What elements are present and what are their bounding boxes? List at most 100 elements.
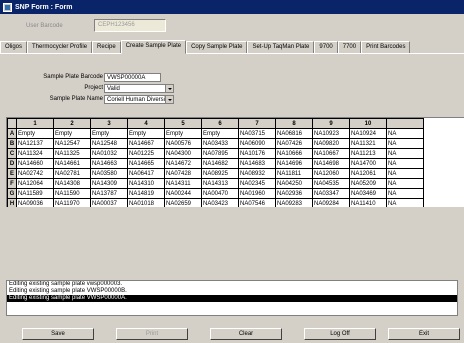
grid-cell[interactable]: NA14660: [16, 158, 54, 169]
grid-cell[interactable]: NA09820: [312, 138, 350, 149]
grid-cell[interactable]: NA11410: [349, 198, 387, 207]
grid-cell[interactable]: NA10923: [312, 128, 350, 139]
grid-cell[interactable]: NA14682: [201, 158, 239, 169]
grid-cell[interactable]: NA04250: [275, 178, 313, 189]
grid-cell[interactable]: Empty: [164, 128, 202, 139]
grid-cell[interactable]: Empty: [201, 128, 239, 139]
grid-cell[interactable]: NA14308: [53, 178, 91, 189]
grid-cell[interactable]: NA00244: [164, 188, 202, 199]
grid-cell[interactable]: NA09284: [312, 198, 350, 207]
grid-cell[interactable]: NA12060: [312, 168, 350, 179]
grid-cell[interactable]: NA03347: [312, 188, 350, 199]
grid-cell[interactable]: Empty: [127, 128, 165, 139]
project-select[interactable]: Valid: [104, 83, 174, 93]
grid-cell[interactable]: NA04300: [164, 148, 202, 159]
grid-cell[interactable]: NA14700: [349, 158, 387, 169]
grid-cell[interactable]: NA14698: [312, 158, 350, 169]
grid-cell[interactable]: NA08932: [238, 168, 276, 179]
grid-cell[interactable]: NA12137: [16, 138, 54, 149]
grid-cell[interactable]: NA09036: [16, 198, 54, 207]
grid-cell[interactable]: NA09283: [275, 198, 313, 207]
grid-cell[interactable]: NA01960: [238, 188, 276, 199]
grid-cell[interactable]: NA03715: [238, 128, 276, 139]
row-header[interactable]: F: [7, 178, 17, 189]
column-header[interactable]: 6: [201, 118, 239, 129]
sample-plate-barcode-input[interactable]: VWSP00000A: [104, 72, 161, 82]
grid-cell[interactable]: NA13787: [90, 188, 128, 199]
grid-cell[interactable]: NA12548: [90, 138, 128, 149]
grid-cell[interactable]: NA14683: [238, 158, 276, 169]
grid-cell[interactable]: NA07426: [275, 138, 313, 149]
column-header[interactable]: [386, 118, 424, 129]
grid-cell[interactable]: NA11590: [53, 188, 91, 199]
grid-cell[interactable]: NA02659: [164, 198, 202, 207]
grid-cell[interactable]: NA11589: [16, 188, 54, 199]
grid-cell[interactable]: NA: [386, 128, 424, 139]
grid-cell[interactable]: NA14667: [127, 138, 165, 149]
grid-cell[interactable]: NA11213: [349, 148, 387, 159]
grid-cell[interactable]: NA10666: [275, 148, 313, 159]
grid-cell[interactable]: NA00576: [164, 138, 202, 149]
chevron-down-icon[interactable]: [165, 84, 173, 92]
row-header[interactable]: D: [7, 158, 17, 169]
column-header[interactable]: 2: [53, 118, 91, 129]
grid-cell[interactable]: NA01032: [90, 148, 128, 159]
grid-cell[interactable]: NA10176: [238, 148, 276, 159]
grid-cell[interactable]: NA03580: [90, 168, 128, 179]
exit-button[interactable]: Exit: [388, 328, 460, 340]
grid-cell[interactable]: NA11321: [349, 138, 387, 149]
grid-cell[interactable]: NA14819: [127, 188, 165, 199]
column-header[interactable]: 4: [127, 118, 165, 129]
grid-cell[interactable]: NA07895: [201, 148, 239, 159]
row-header[interactable]: G: [7, 188, 17, 199]
grid-cell[interactable]: NA01225: [127, 148, 165, 159]
column-header[interactable]: 7: [238, 118, 276, 129]
grid-cell[interactable]: NA02742: [16, 168, 54, 179]
grid-cell[interactable]: NA02936: [275, 188, 313, 199]
grid-cell[interactable]: NA01018: [127, 198, 165, 207]
grid-cell[interactable]: NA: [386, 178, 424, 189]
column-header[interactable]: 9: [312, 118, 350, 129]
chevron-down-icon[interactable]: [165, 95, 173, 103]
grid-cell[interactable]: Empty: [16, 128, 54, 139]
grid-cell[interactable]: Empty: [53, 128, 91, 139]
log-line[interactable]: Editing existing sample plate vwsp000003…: [7, 281, 457, 288]
print-button[interactable]: Print: [116, 328, 188, 340]
grid-cell[interactable]: NA14696: [275, 158, 313, 169]
grid-cell[interactable]: NA05209: [349, 178, 387, 189]
row-header[interactable]: C: [7, 148, 17, 159]
grid-cell[interactable]: NA: [386, 138, 424, 149]
row-header[interactable]: B: [7, 138, 17, 149]
grid-cell[interactable]: NA: [386, 168, 424, 179]
grid-cell[interactable]: NA11811: [275, 168, 313, 179]
clear-button[interactable]: Clear: [210, 328, 282, 340]
grid-cell[interactable]: NA14311: [164, 178, 202, 189]
grid-cell[interactable]: NA07546: [238, 198, 276, 207]
grid-cell[interactable]: NA00037: [90, 198, 128, 207]
grid-cell[interactable]: NA: [386, 148, 424, 159]
grid-cell[interactable]: NA14313: [201, 178, 239, 189]
grid-cell[interactable]: NA11970: [53, 198, 91, 207]
sample-plate-grid[interactable]: 1 2 3 4 5 6 7 8 9 10 A Empty Empty Empty Empty Empty Emp…: [6, 117, 464, 207]
grid-cell[interactable]: NA14672: [164, 158, 202, 169]
grid-cell[interactable]: NA14310: [127, 178, 165, 189]
column-header[interactable]: 5: [164, 118, 202, 129]
grid-cell[interactable]: NA10924: [349, 128, 387, 139]
grid-cell[interactable]: Empty: [90, 128, 128, 139]
save-button[interactable]: Save: [22, 328, 94, 340]
grid-cell[interactable]: NA14663: [90, 158, 128, 169]
status-log[interactable]: Editing existing sample plate vwsp000003…: [6, 280, 458, 316]
grid-cell[interactable]: NA06816: [275, 128, 313, 139]
column-header[interactable]: 1: [16, 118, 54, 129]
column-header[interactable]: 3: [90, 118, 128, 129]
row-header[interactable]: H: [7, 198, 17, 207]
grid-cell[interactable]: NA04535: [312, 178, 350, 189]
grid-cell[interactable]: NA00470: [201, 188, 239, 199]
grid-cell[interactable]: NA11325: [53, 148, 91, 159]
grid-cell[interactable]: NA12061: [349, 168, 387, 179]
column-header[interactable]: 10: [349, 118, 387, 129]
grid-cell[interactable]: NA03433: [201, 138, 239, 149]
log-line[interactable]: Editing existing sample plate VWSP00000B…: [7, 288, 457, 295]
grid-cell[interactable]: NA06417: [127, 168, 165, 179]
tab-create-sample-plate[interactable]: Create Sample Plate: [120, 40, 187, 54]
